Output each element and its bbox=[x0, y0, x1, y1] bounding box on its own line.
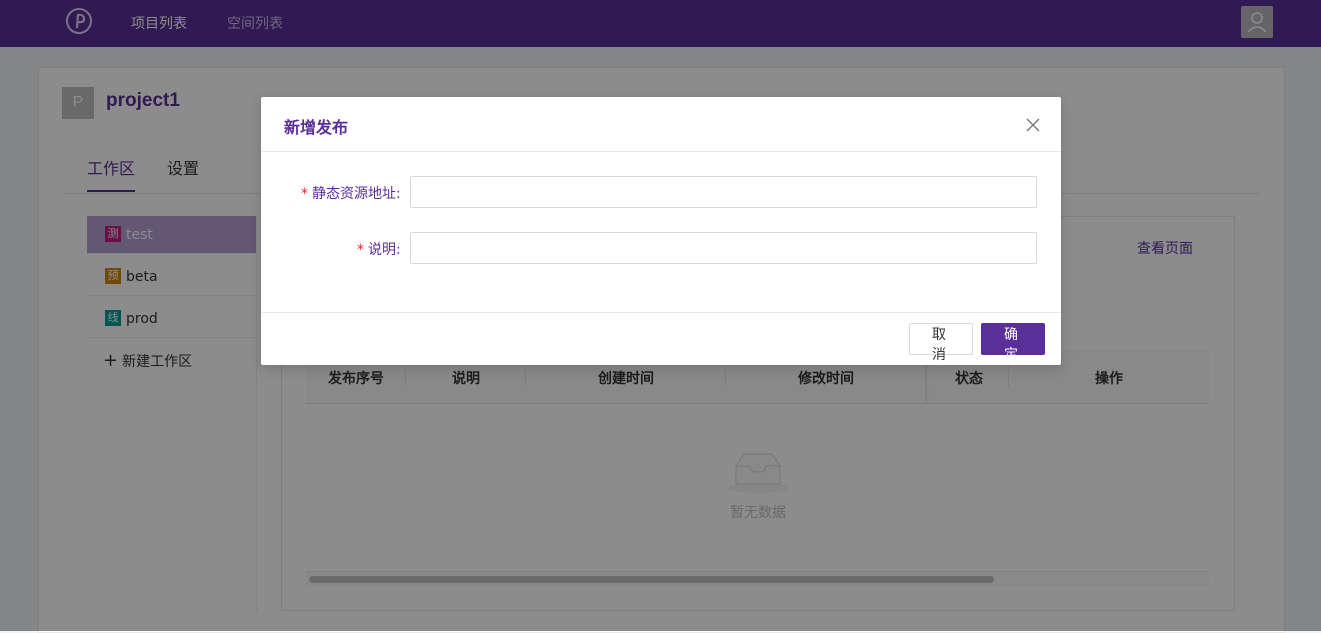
new-release-dialog: 新增发布 * 静态资源地址: * 说明: 取消 确定 bbox=[261, 97, 1061, 365]
static-resource-label: * 静态资源地址: bbox=[301, 186, 401, 202]
modal-footer: 取消 确定 bbox=[261, 312, 1061, 366]
close-icon[interactable] bbox=[1021, 113, 1045, 137]
required-mark: * bbox=[301, 186, 308, 202]
field-label-text: 静态资源地址 bbox=[312, 186, 396, 202]
description-label: * 说明: bbox=[357, 242, 401, 258]
required-mark: * bbox=[357, 242, 364, 258]
ok-button[interactable]: 确定 bbox=[981, 323, 1045, 363]
static-resource-input[interactable] bbox=[410, 176, 1037, 208]
field-label-text: 说明 bbox=[368, 242, 396, 258]
cancel-button[interactable]: 取消 bbox=[909, 323, 973, 363]
modal-title: 新增发布 bbox=[284, 118, 349, 137]
description-input[interactable] bbox=[410, 232, 1037, 264]
modal-header: 新增发布 bbox=[261, 97, 1061, 152]
